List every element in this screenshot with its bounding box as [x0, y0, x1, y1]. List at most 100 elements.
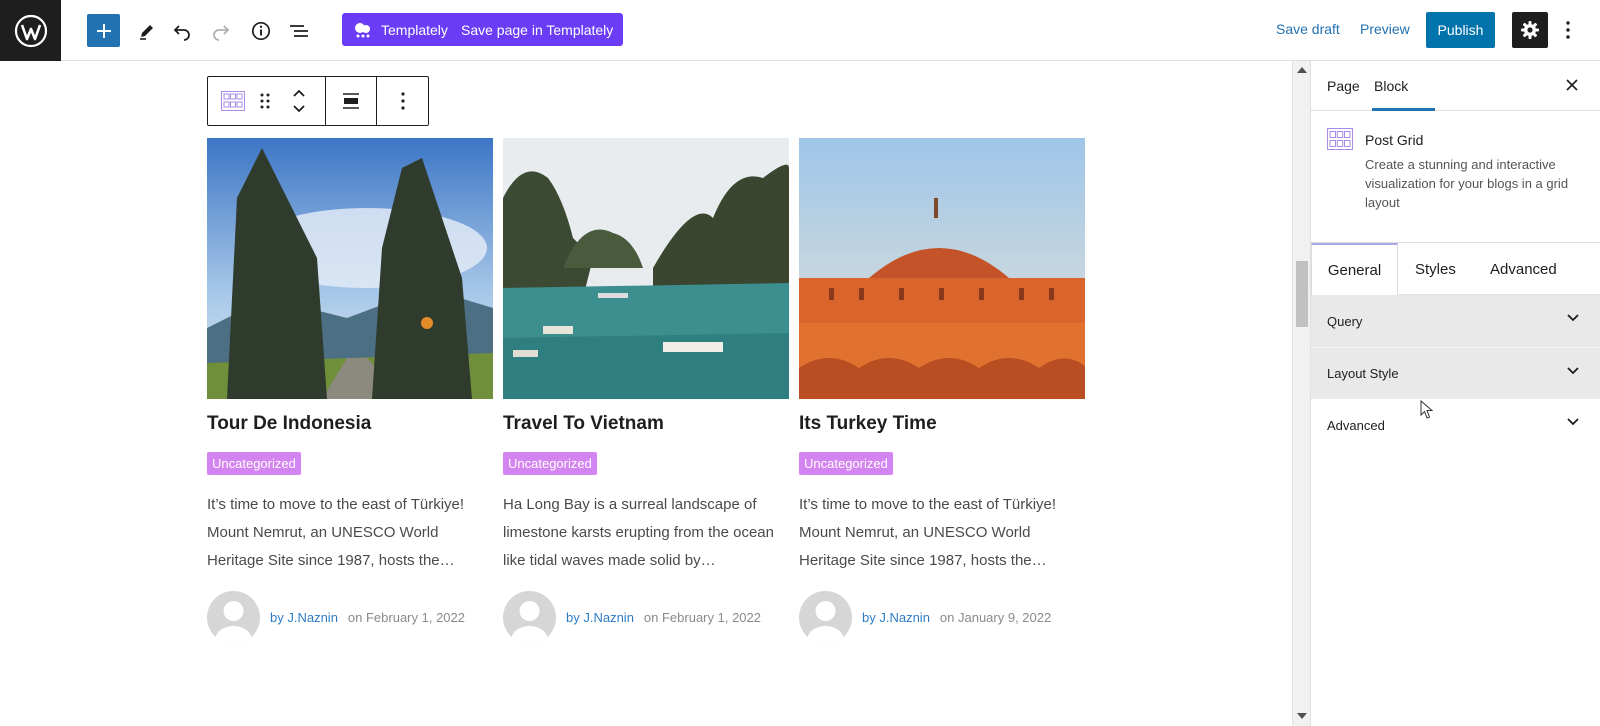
- post-card: Travel To Vietnam Uncategorized Ha Long …: [503, 138, 789, 644]
- block-type-button[interactable]: [220, 88, 246, 114]
- templately-button[interactable]: Templately: [342, 13, 458, 46]
- post-thumbnail-turkey[interactable]: [799, 138, 1085, 399]
- post-grid-icon: [221, 91, 245, 111]
- more-vertical-icon: [1566, 21, 1570, 39]
- author-link[interactable]: by J.Naznin: [862, 610, 930, 625]
- post-title[interactable]: Tour De Indonesia: [207, 413, 493, 435]
- block-description: Create a stunning and interactive visual…: [1365, 157, 1569, 210]
- accordion-query[interactable]: Query: [1311, 295, 1600, 347]
- category-badge[interactable]: Uncategorized: [799, 452, 893, 475]
- align-button[interactable]: [326, 77, 377, 125]
- tab-advanced[interactable]: Advanced: [1490, 243, 1557, 295]
- post-card: Tour De Indonesia Uncategorized It’s tim…: [207, 138, 493, 644]
- post-date: on February 1, 2022: [643, 610, 761, 625]
- wordpress-logo-button[interactable]: [0, 0, 61, 61]
- author-link[interactable]: by J.Naznin: [566, 610, 634, 625]
- settings-sidebar: Page Block Post Grid Create a stunning a…: [1310, 61, 1600, 726]
- pencil-icon: [139, 24, 153, 40]
- accordion-label: Layout Style: [1327, 366, 1399, 381]
- tab-block[interactable]: Block: [1374, 78, 1408, 94]
- post-grid-icon: [1327, 128, 1353, 150]
- editor-top-bar: Templately Save page in Templately Save …: [0, 0, 1600, 61]
- drag-icon: [260, 93, 270, 109]
- list-view-button[interactable]: [282, 14, 315, 47]
- accordion-advanced[interactable]: Advanced: [1311, 399, 1600, 451]
- block-icon: [1327, 128, 1353, 155]
- wordpress-icon: [14, 14, 47, 47]
- close-icon: [1566, 79, 1578, 91]
- list-view-icon: [289, 24, 308, 37]
- templately-label: Templately: [381, 21, 448, 38]
- save-in-templately-button[interactable]: Save page in Templately: [451, 13, 624, 46]
- canvas-scrollbar[interactable]: [1292, 61, 1310, 726]
- scroll-up-arrow-icon[interactable]: [1297, 67, 1307, 73]
- more-vertical-icon: [400, 92, 405, 110]
- post-excerpt: It’s time to move to the east of Türkiye…: [799, 496, 1057, 569]
- block-toolbar-group-main: [208, 77, 326, 125]
- author-avatar: [799, 591, 852, 644]
- user-icon: [511, 601, 548, 644]
- chevron-down-icon: [293, 105, 305, 113]
- post-meta: by J.Naznin on January 9, 2022: [799, 591, 1085, 644]
- accordion-label: Query: [1327, 313, 1363, 329]
- user-icon: [807, 601, 844, 644]
- align-wide-icon: [343, 93, 359, 109]
- tools-button[interactable]: [130, 14, 163, 47]
- accordion-label: Advanced: [1327, 417, 1385, 433]
- user-icon: [215, 601, 252, 644]
- plus-icon: [96, 23, 111, 38]
- post-thumbnail-vietnam[interactable]: [503, 138, 789, 399]
- redo-icon: [212, 24, 229, 41]
- preview-button[interactable]: Preview: [1360, 21, 1410, 37]
- block-card: Post Grid Create a stunning and interact…: [1311, 111, 1600, 243]
- tab-styles[interactable]: Styles: [1415, 243, 1456, 295]
- redo-button[interactable]: [204, 14, 237, 47]
- category-badge[interactable]: Uncategorized: [503, 452, 597, 475]
- mouse-cursor-icon: [1420, 400, 1434, 419]
- block-toolbar: [207, 76, 429, 126]
- scroll-down-arrow-icon[interactable]: [1297, 713, 1307, 719]
- category-badge[interactable]: Uncategorized: [207, 452, 301, 475]
- scrollbar-thumb[interactable]: [1296, 261, 1308, 327]
- tab-page[interactable]: Page: [1327, 78, 1360, 94]
- save-draft-button[interactable]: Save draft: [1276, 21, 1340, 37]
- editor-canvas: Tour De Indonesia Uncategorized It’s tim…: [0, 61, 1292, 726]
- post-excerpt: It’s time to move to the east of Türkiye…: [207, 496, 465, 569]
- post-meta: by J.Naznin on February 1, 2022: [503, 591, 789, 644]
- accordion-layout-style[interactable]: Layout Style: [1311, 347, 1600, 399]
- sidebar-tabs: Page Block: [1311, 61, 1600, 111]
- move-buttons[interactable]: [284, 81, 314, 121]
- block-options-button[interactable]: [377, 77, 428, 125]
- panel-tabs: General Styles Advanced: [1311, 243, 1600, 295]
- close-sidebar-button[interactable]: [1562, 75, 1582, 95]
- settings-button[interactable]: [1512, 12, 1548, 48]
- add-block-button[interactable]: [87, 14, 120, 47]
- post-title[interactable]: Travel To Vietnam: [503, 413, 789, 435]
- author-avatar: [207, 591, 260, 644]
- author-avatar: [503, 591, 556, 644]
- chevron-up-icon: [293, 89, 305, 97]
- details-button[interactable]: [244, 14, 277, 47]
- options-menu-button[interactable]: [1560, 16, 1576, 44]
- author-link[interactable]: by J.Naznin: [270, 610, 338, 625]
- post-thumbnail-indonesia[interactable]: [207, 138, 493, 399]
- save-in-templately-label: Save page in Templately: [461, 21, 614, 38]
- post-card: Its Turkey Time Uncategorized It’s time …: [799, 138, 1085, 644]
- post-date: on February 1, 2022: [347, 610, 465, 625]
- chevron-down-icon: [1567, 418, 1579, 426]
- post-excerpt: Ha Long Bay is a surreal landscape of li…: [503, 496, 774, 569]
- chevron-down-icon: [1567, 367, 1579, 375]
- gear-icon: [1521, 21, 1539, 39]
- undo-icon: [173, 24, 190, 41]
- post-title[interactable]: Its Turkey Time: [799, 413, 1085, 435]
- post-date: on January 9, 2022: [939, 610, 1052, 625]
- post-meta: by J.Naznin on February 1, 2022: [207, 591, 493, 644]
- tab-general[interactable]: General: [1311, 243, 1398, 295]
- templately-icon: [355, 22, 370, 37]
- drag-handle[interactable]: [250, 88, 280, 114]
- undo-button[interactable]: [165, 14, 198, 47]
- chevron-down-icon: [1567, 314, 1579, 322]
- publish-button[interactable]: Publish: [1426, 12, 1495, 48]
- block-title: Post Grid: [1365, 132, 1424, 148]
- info-icon: [251, 21, 270, 40]
